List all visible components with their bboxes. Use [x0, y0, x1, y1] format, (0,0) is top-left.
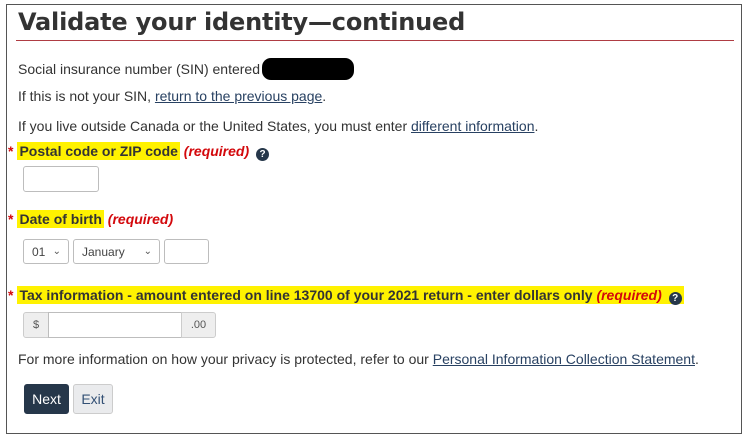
- postal-code-input[interactable]: [23, 166, 99, 192]
- tax-info-label: Tax information - amount entered on line…: [19, 287, 593, 303]
- exit-button[interactable]: Exit: [73, 384, 113, 414]
- cents-suffix: .00: [181, 312, 216, 338]
- different-information-link[interactable]: different information: [411, 118, 534, 134]
- not-sin-text: If this is not your SIN,: [18, 88, 155, 104]
- day-select[interactable]: 01 ⌄: [23, 239, 69, 264]
- outside-canada-suffix: .: [534, 118, 539, 134]
- required-star: *: [8, 143, 14, 159]
- chevron-down-icon: ⌄: [143, 246, 152, 257]
- month-value: January: [82, 245, 125, 259]
- sin-label: Social insurance number (SIN) entered: [18, 61, 261, 77]
- not-sin-suffix: .: [322, 88, 327, 104]
- return-previous-page-link[interactable]: return to the previous page: [155, 88, 322, 104]
- sin-line: Social insurance number (SIN) entered: [18, 58, 355, 80]
- postal-code-label: Postal code or ZIP code: [17, 142, 180, 160]
- required-tag: (required): [107, 211, 174, 227]
- required-star: *: [8, 211, 14, 227]
- day-value: 01: [32, 245, 46, 259]
- not-sin-line: If this is not your SIN, return to the p…: [18, 88, 326, 104]
- next-button[interactable]: Next: [24, 384, 69, 414]
- required-tag: (required): [596, 287, 662, 303]
- tax-info-label-row: * Tax information - amount entered on lin…: [8, 286, 684, 305]
- required-star: *: [8, 287, 14, 303]
- title-divider: [16, 40, 734, 41]
- privacy-line: For more information on how your privacy…: [18, 351, 699, 367]
- dob-label-row: * Date of birth (required): [8, 210, 174, 228]
- outside-canada-line: If you live outside Canada or the United…: [18, 118, 538, 134]
- required-tag: (required): [183, 143, 250, 159]
- privacy-statement-link[interactable]: Personal Information Collection Statemen…: [433, 351, 695, 367]
- help-icon[interactable]: ?: [668, 292, 682, 305]
- chevron-down-icon: ⌄: [52, 246, 61, 257]
- tax-info-highlight: Tax information - amount entered on line…: [17, 286, 684, 305]
- dollar-prefix: $: [23, 312, 49, 338]
- year-input[interactable]: [164, 239, 209, 264]
- help-icon[interactable]: ?: [256, 148, 270, 161]
- postal-code-label-row: * Postal code or ZIP code (required) ?: [8, 142, 270, 161]
- privacy-text: For more information on how your privacy…: [18, 351, 433, 367]
- privacy-suffix: .: [694, 351, 699, 367]
- tax-amount-input[interactable]: [48, 312, 182, 338]
- redacted-sin-mark: [262, 58, 355, 80]
- month-select[interactable]: January ⌄: [73, 239, 160, 264]
- page-title: Validate your identity—continued: [18, 8, 466, 36]
- dob-label: Date of birth: [17, 210, 104, 228]
- outside-canada-text: If you live outside Canada or the United…: [18, 118, 411, 134]
